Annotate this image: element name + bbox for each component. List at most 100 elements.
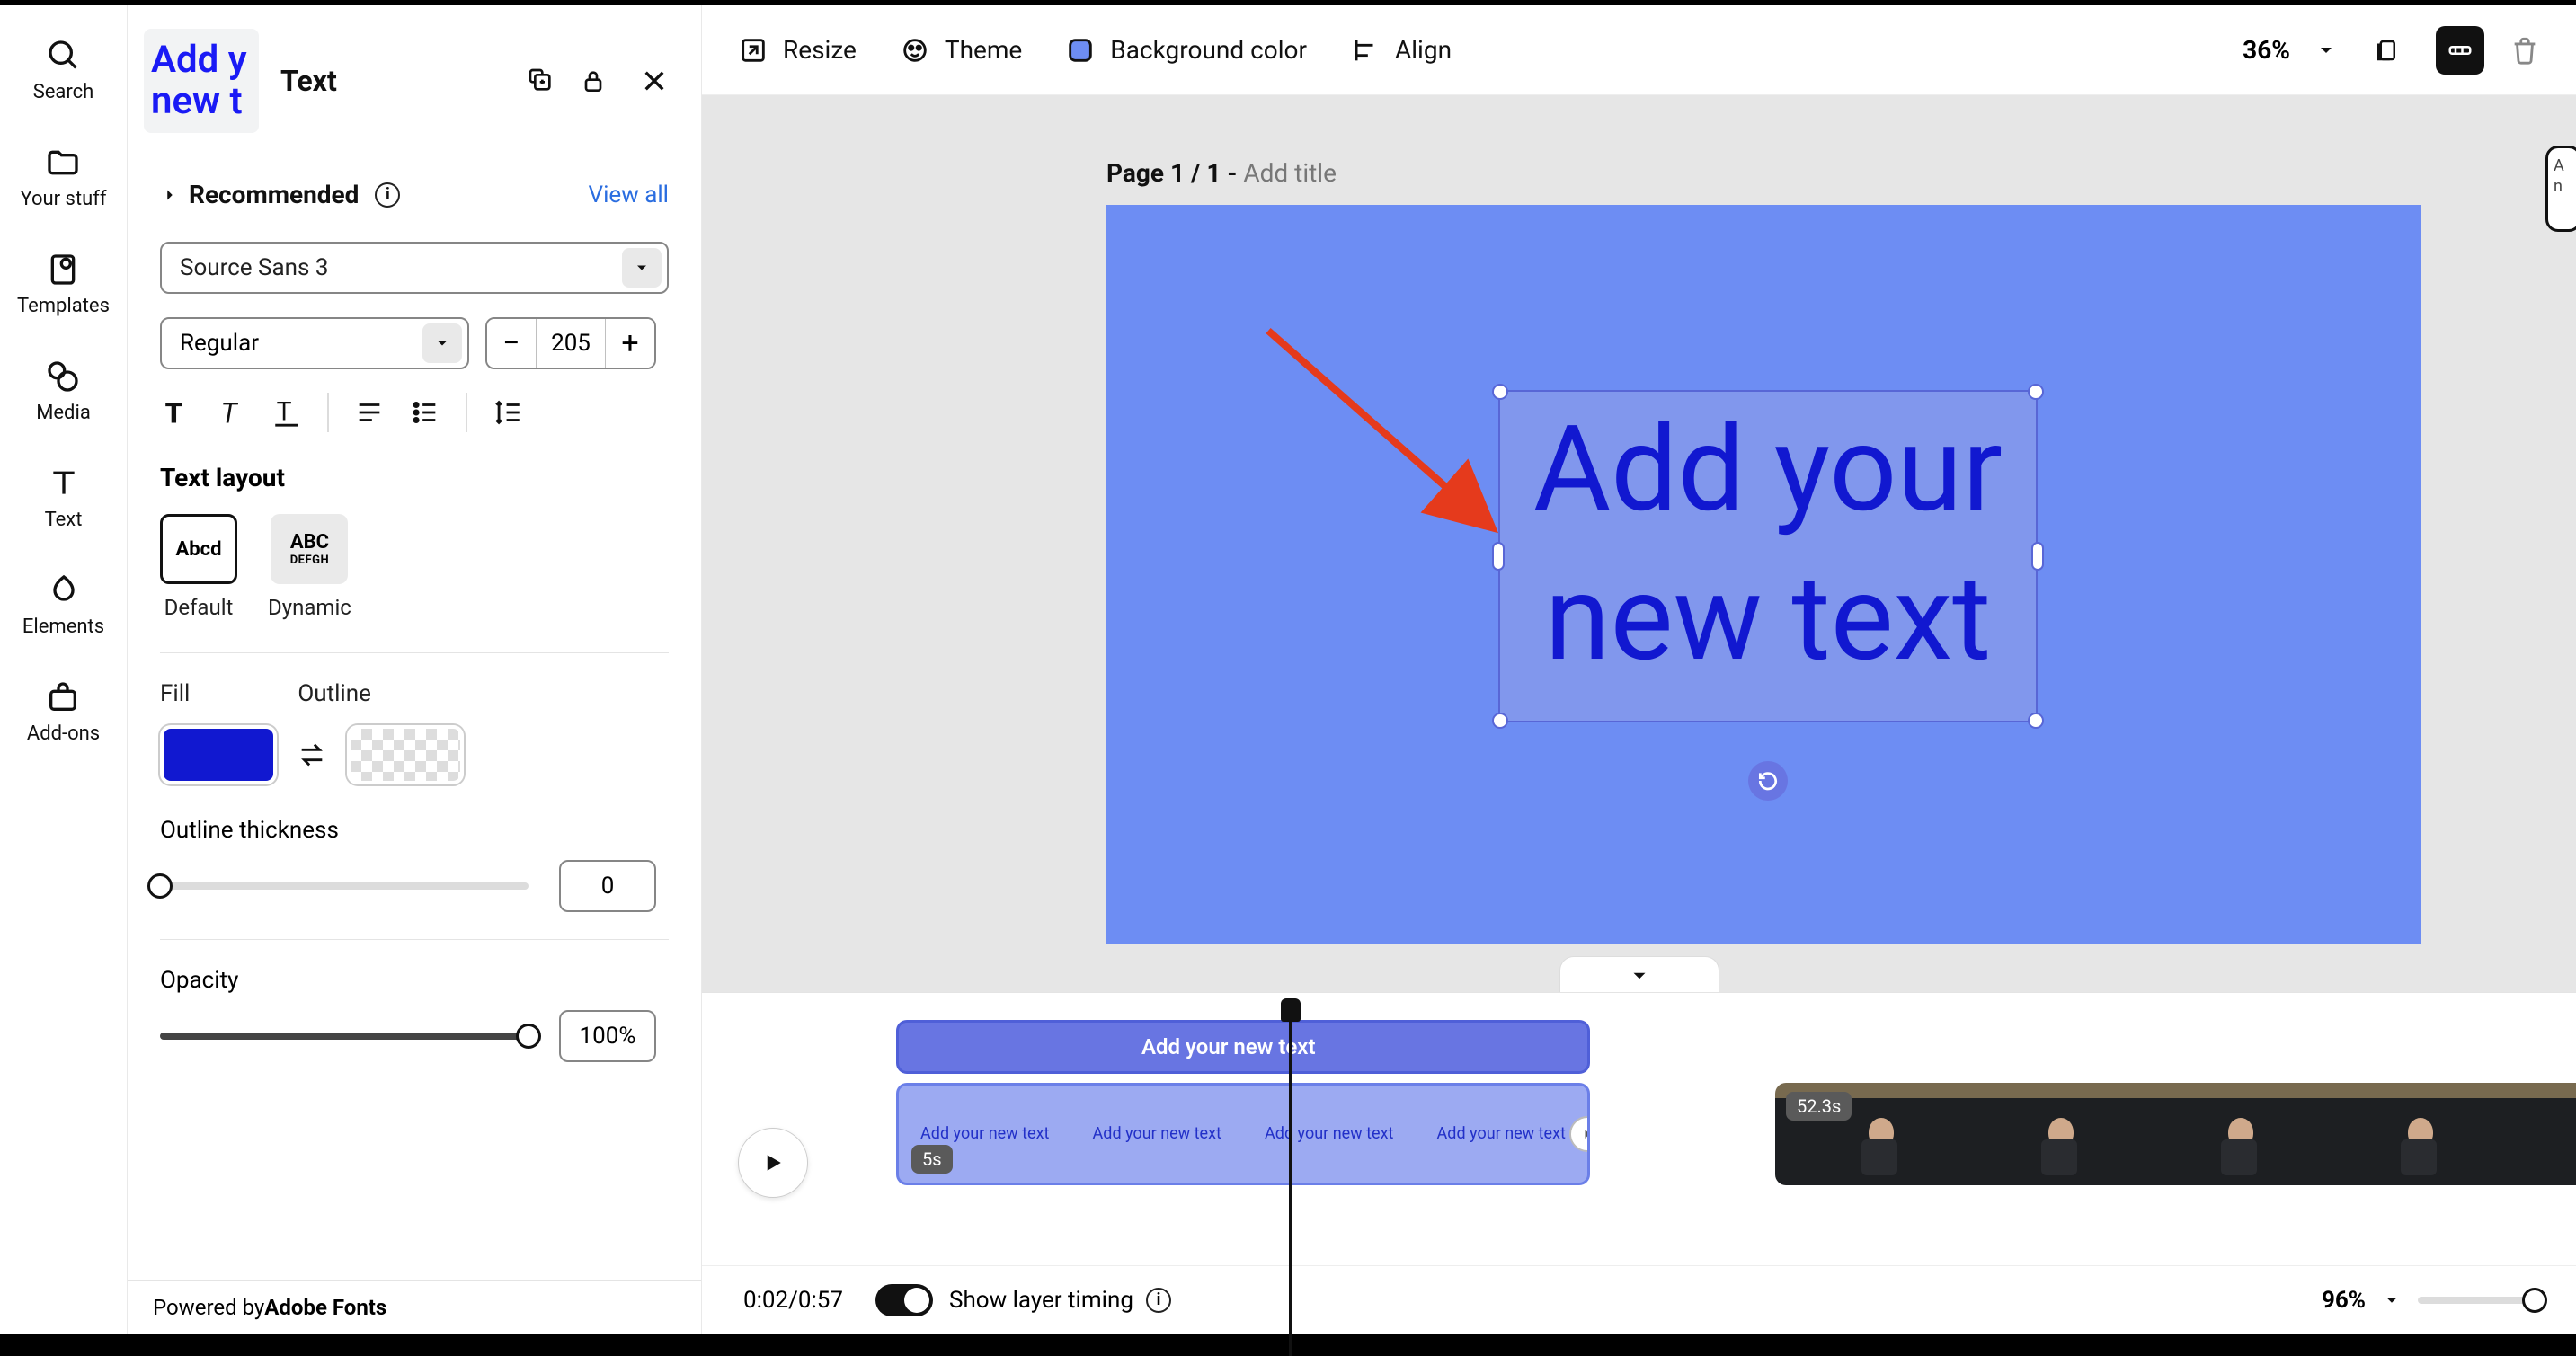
opacity-value[interactable]: 100% [559, 1010, 656, 1062]
line-spacing-icon[interactable] [493, 397, 523, 428]
text-icon [46, 465, 82, 501]
info-icon[interactable]: i [1146, 1288, 1171, 1313]
align-icon[interactable] [354, 397, 385, 428]
reset-button[interactable] [1748, 761, 1788, 801]
list-icon[interactable] [410, 397, 440, 428]
close-icon[interactable] [640, 66, 669, 95]
nav-label: Your stuff [20, 188, 106, 210]
resize-handle[interactable] [1492, 713, 1508, 729]
text-panel: Add y new t Text Recommended i View all [128, 5, 702, 1334]
font-size-stepper[interactable]: − + [485, 317, 656, 369]
duration-badge: 5s [911, 1145, 953, 1174]
bgcolor-button[interactable]: Background color [1065, 35, 1307, 66]
selected-thumb: Add y new t [144, 29, 259, 133]
align-tb-icon [1350, 35, 1381, 66]
chevron-right-icon [160, 185, 180, 205]
font-size-input[interactable] [536, 319, 606, 368]
font-family-select[interactable]: Source Sans 3 [160, 242, 669, 294]
nav-label: Elements [22, 616, 104, 638]
timeline-zoom-slider[interactable] [2418, 1297, 2535, 1304]
video-track[interactable]: 52.3s [1775, 1083, 2576, 1185]
canvas[interactable]: Add your new text [1106, 205, 2421, 944]
font-style-select[interactable]: Regular [160, 317, 469, 369]
view-all-link[interactable]: View all [589, 182, 669, 208]
nav-your-stuff[interactable]: Your stuff [20, 145, 106, 210]
outline-thickness-value[interactable]: 0 [559, 860, 656, 912]
nav-media[interactable]: Media [36, 359, 91, 424]
duplicate-icon[interactable] [527, 66, 555, 95]
outline-thickness-label: Outline thickness [160, 817, 669, 844]
resize-handle[interactable] [1492, 542, 1505, 571]
media-icon [45, 359, 81, 394]
elements-icon [46, 572, 82, 608]
timecode: 0:02/0:57 [743, 1287, 843, 1314]
nav-addons[interactable]: Add-ons [27, 679, 100, 745]
playhead[interactable] [1289, 1004, 1292, 1356]
collapse-timeline-tab[interactable] [1559, 956, 1719, 992]
nav-label: Media [36, 402, 91, 424]
pages-button[interactable] [2362, 26, 2411, 75]
canvas-toolbar: Resize Theme Background color Align 36% [702, 5, 2576, 95]
search-icon [46, 38, 82, 74]
right-panel-peek[interactable]: An [2545, 146, 2576, 232]
nav-templates[interactable]: Templates [17, 252, 110, 317]
canvas-area[interactable]: Page 1 / 1 - Add title Add your new text [702, 95, 2576, 992]
panel-title: Text [280, 64, 337, 98]
panel-footer: Powered by Adobe Fonts [128, 1280, 701, 1334]
outline-label: Outline [298, 680, 371, 707]
nav-label: Text [45, 509, 83, 531]
zoom-value[interactable]: 36% [2243, 35, 2290, 65]
nav-search[interactable]: Search [33, 38, 94, 103]
outline-swatch[interactable] [347, 725, 464, 784]
chevron-down-icon [433, 334, 451, 352]
decrease-button[interactable]: − [487, 319, 536, 368]
text-layout-heading: Text layout [160, 463, 669, 492]
resize-button[interactable]: Resize [738, 35, 857, 66]
resize-handle[interactable] [1492, 384, 1508, 400]
resize-handle[interactable] [2031, 542, 2044, 571]
nav-text[interactable]: Text [45, 465, 83, 531]
bold-icon[interactable]: T [160, 397, 191, 428]
nav-label: Templates [17, 295, 110, 317]
chevron-down-icon[interactable] [2382, 1290, 2402, 1310]
trash-icon[interactable] [2509, 35, 2540, 66]
fill-swatch[interactable] [160, 725, 277, 784]
resize-handle[interactable] [2028, 713, 2044, 729]
play-button[interactable] [738, 1128, 808, 1198]
opacity-slider[interactable] [160, 1033, 529, 1040]
layout-default[interactable]: Abcd Default [160, 514, 237, 620]
lock-icon[interactable] [579, 66, 608, 95]
page-indicator[interactable]: Page 1 / 1 - Add title [1106, 158, 1337, 188]
resize-handle[interactable] [2028, 384, 2044, 400]
text-layer-track[interactable]: Add your new text [896, 1020, 1590, 1074]
layout-dynamic[interactable]: ABCDEFGH Dynamic [268, 514, 351, 620]
increase-button[interactable]: + [606, 319, 654, 368]
templates-icon [45, 252, 81, 288]
timeline-zoom-value[interactable]: 96% [2322, 1287, 2366, 1314]
layer-timing-toggle[interactable] [875, 1284, 933, 1316]
align-button[interactable]: Align [1350, 35, 1452, 66]
italic-icon[interactable]: T [216, 397, 246, 428]
video-duration-badge: 52.3s [1786, 1092, 1852, 1121]
underline-icon[interactable]: T [271, 397, 302, 428]
svg-text:T: T [165, 397, 183, 428]
swap-icon[interactable] [297, 740, 327, 770]
theme-button[interactable]: Theme [900, 35, 1022, 66]
timeline-toggle-button[interactable] [2436, 26, 2484, 75]
scene-track[interactable]: Add your new text Add your new text Add … [896, 1083, 1590, 1185]
folder-icon [45, 145, 81, 181]
annotation-arrow [1259, 322, 1529, 555]
nav-elements[interactable]: Elements [22, 572, 104, 638]
transition-button[interactable] [1569, 1116, 1590, 1152]
svg-text:T: T [277, 397, 292, 427]
info-icon[interactable]: i [375, 182, 400, 208]
svg-text:T: T [221, 397, 239, 428]
chevron-down-icon [1628, 964, 1651, 988]
text-element[interactable]: Add your new text [1500, 392, 2036, 721]
addons-icon [45, 679, 81, 715]
recommended-toggle[interactable]: Recommended i [160, 180, 400, 209]
timeline: Add your new text Add your new text Add … [702, 992, 2576, 1334]
chevron-down-icon[interactable] [2315, 40, 2337, 61]
nav-label: Add-ons [27, 722, 100, 745]
outline-thickness-slider[interactable] [160, 882, 529, 890]
